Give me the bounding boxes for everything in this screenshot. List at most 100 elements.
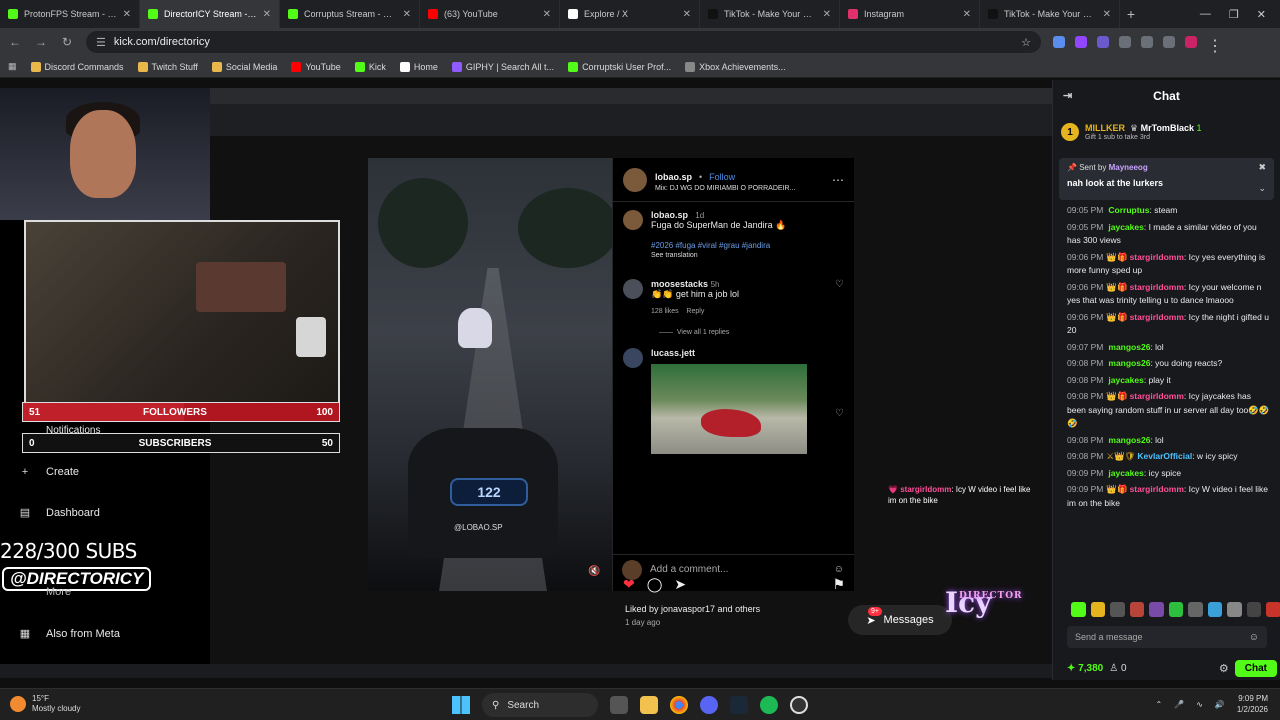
spotify-icon[interactable] [760,696,778,714]
chat-message[interactable]: 09:09 PM jaycakes: icy spice [1067,467,1270,481]
chat-message[interactable]: 09:08 PM 👑🎁 stargirldomm: Icy jaycakes has… [1067,390,1270,431]
extension-icon[interactable] [1075,36,1087,48]
tray-chevron-icon[interactable]: ⌃ [1156,700,1163,709]
author-name[interactable]: lobao.sp [655,172,692,182]
extension-icon[interactable] [1163,36,1175,48]
chat-message[interactable]: 09:05 PM Corruptus: steam [1067,204,1270,218]
unpin-icon[interactable]: ✖ [1258,162,1266,173]
emote-icon[interactable] [1129,602,1145,617]
caption-avatar[interactable] [623,210,643,230]
browser-tab[interactable]: TikTok - Make Your Day ✕ [700,0,840,28]
chat-username[interactable]: jaycakes [1108,222,1143,232]
comment-likes[interactable]: 128 likes [651,308,679,315]
follow-button[interactable]: Follow [709,172,735,182]
nav-notifications[interactable]: Notifications [46,425,100,436]
chat-message[interactable]: 09:09 PM 👑🎁 stargirldomm: Icy W video i fe… [1067,483,1270,510]
close-tab-icon[interactable]: ✕ [263,9,271,20]
nav-dashboard[interactable]: ▤ Dashboard [18,506,100,520]
emote-icon[interactable] [1168,602,1184,617]
chat-username[interactable]: stargirldomm [1130,282,1184,292]
emote-icon[interactable] [1149,602,1164,617]
minimize-icon[interactable]: — [1200,8,1211,21]
chat-message[interactable]: 09:05 PM jaycakes: I made a similar video… [1067,221,1270,248]
emote-icon[interactable] [1246,602,1262,617]
like-comment-icon[interactable]: ♡ [835,279,844,336]
taskbar-search[interactable]: ⚲ Search [482,693,598,717]
bookmark-item[interactable]: Kick [354,61,386,72]
chat-message[interactable]: 09:06 PM 👑🎁 stargirldomm: Icy your welcome… [1067,281,1270,308]
send-message-input[interactable]: Send a message ☺ [1067,626,1267,648]
bookmark-item[interactable]: Corruptski User Prof... [568,61,671,72]
browser-tab[interactable]: ProtonFPS Stream - Watch ✕ [0,0,140,28]
comment-avatar[interactable] [623,279,643,299]
chat-message[interactable]: 09:06 PM 👑🎁 stargirldomm: Icy the night i … [1067,311,1270,338]
obs-icon[interactable] [790,696,808,714]
chat-username[interactable]: stargirldomm [1130,252,1184,262]
apps-icon[interactable]: ▦ [8,61,17,72]
bookmark-item[interactable]: Social Media [211,61,277,72]
profile-icon[interactable] [1185,36,1197,48]
emote-icon[interactable] [1110,602,1125,617]
browser-tab[interactable]: DirectorICY Stream - W ✕ [140,0,280,28]
browser-tab[interactable]: Corruptus Stream - Kick D ✕ [280,0,420,28]
bookmark-item[interactable]: Discord Commands [30,61,124,72]
emote-icon[interactable] [1188,602,1203,617]
weather-widget[interactable]: 15°F Mostly cloudy [10,694,80,714]
restore-icon[interactable]: ❐ [1229,8,1239,21]
file-explorer-icon[interactable] [640,696,658,714]
music-label[interactable]: Mix: DJ WG DO MIRIAMBI O PORRADEIR... [655,185,795,192]
emote-icon[interactable] [1227,602,1242,617]
microphone-icon[interactable]: 🎤 [1174,700,1184,709]
chat-username[interactable]: KevlarOfficial [1137,451,1192,461]
windows-start-icon[interactable] [452,696,470,714]
caption-user[interactable]: lobao.sp [651,210,688,220]
close-tab-icon[interactable]: ✕ [403,9,411,20]
caption-hashtags[interactable]: #2026 #fuga #viral #grau #jandira [651,241,844,250]
close-tab-icon[interactable]: ✕ [1103,9,1111,20]
extension-icon[interactable] [1141,36,1153,48]
chat-message[interactable]: 09:08 PM ⚔👑🛡 KevlarOfficial: w icy spicy [1067,450,1270,464]
bookmark-star-icon[interactable]: ☆ [1021,36,1031,49]
pinned-message[interactable]: 📌 Sent by Mayneeog nah look at the lurke… [1059,158,1274,200]
close-tab-icon[interactable]: ✕ [963,9,971,20]
chat-username[interactable]: stargirldomm [1130,484,1184,494]
post-video[interactable]: 122 @LOBAO.SP 🔇 [368,158,612,591]
gear-icon[interactable]: ⚙ [1219,662,1229,675]
chat-username[interactable]: Corruptus [1108,205,1149,215]
close-tab-icon[interactable]: ✕ [823,9,831,20]
stream-player[interactable]: 122 @LOBAO.SP 🔇 lobao.sp • Follow Mix: D… [0,88,1052,678]
emoji-icon[interactable]: ☺ [834,564,844,575]
gif-comment-user[interactable]: lucass.jett [651,348,695,358]
browser-tab[interactable]: TikTok - Make Your Day ✕ [980,0,1120,28]
chrome-icon[interactable] [670,696,688,714]
bookmark-item[interactable]: YouTube [291,61,341,72]
task-view-icon[interactable] [610,696,628,714]
wifi-icon[interactable]: ∿ [1196,700,1203,709]
extension-icon[interactable] [1097,36,1109,48]
bookmark-item[interactable]: GIPHY | Search All t... [451,61,554,72]
clock[interactable]: 9:09 PM 1/2/2026 [1237,693,1268,715]
chat-message[interactable]: 09:07 PM mangos26: lol [1067,341,1270,355]
chat-username[interactable]: mangos26 [1108,358,1150,368]
mute-icon[interactable]: 🔇 [588,566,600,577]
site-info-icon[interactable]: ☰ [96,36,106,49]
close-tab-icon[interactable]: ✕ [683,9,691,20]
close-tab-icon[interactable]: ✕ [543,9,551,20]
emoji-picker-icon[interactable]: ☺ [1249,632,1259,643]
see-translation-link[interactable]: See translation [651,252,844,259]
liked-by[interactable]: Liked by jonavaspor17 and others [613,598,772,614]
chat-message[interactable]: 09:08 PM jaycakes: play it [1067,374,1270,388]
reload-icon[interactable]: ↻ [60,35,74,49]
forward-icon[interactable]: → [34,35,48,49]
nav-also-from-meta[interactable]: ▦ Also from Meta [18,627,120,641]
chat-message[interactable]: 09:06 PM 👑🎁 stargirldomm: Icy yes everythi… [1067,251,1270,278]
chat-username[interactable]: mangos26 [1108,435,1150,445]
extension-icon[interactable] [1053,36,1065,48]
chat-username[interactable]: stargirldomm [1130,312,1184,322]
reply-link[interactable]: Reply [686,308,704,315]
steam-icon[interactable] [730,696,748,714]
emote-icon[interactable] [1266,602,1280,617]
like-gif-comment-icon[interactable]: ♡ [835,408,844,454]
url-field[interactable]: ☰ kick.com/directoricy ☆ [86,31,1041,53]
chat-message[interactable]: 09:08 PM mangos26: you doing reacts? [1067,357,1270,371]
